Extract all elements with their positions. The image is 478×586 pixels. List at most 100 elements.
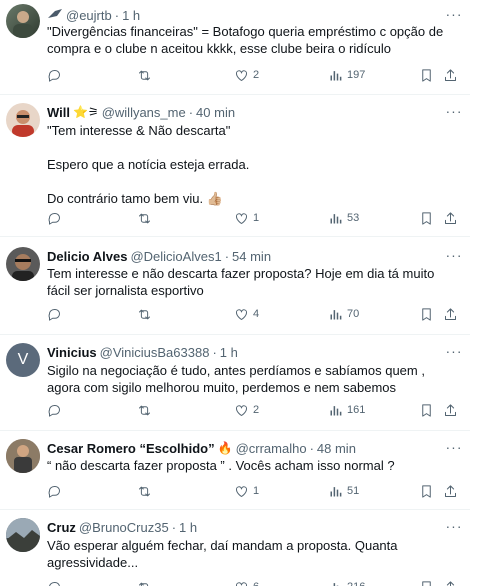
like-button[interactable]: 2 (234, 401, 259, 419)
user-handle[interactable]: @crramalho (236, 441, 307, 456)
like-button[interactable]: 2 (234, 66, 259, 84)
tweet-actions: 1 51 (47, 482, 457, 500)
timestamp[interactable]: 1 h (220, 345, 238, 360)
tweet-reply[interactable]: Cesar Romero “Escolhido” 🔥 @crramalho · … (0, 431, 470, 510)
timestamp[interactable]: 1 h (122, 8, 140, 23)
more-icon[interactable]: ··· (442, 439, 466, 455)
share-button[interactable] (443, 482, 458, 500)
separator: · (188, 104, 194, 120)
tweet-reply[interactable]: Will ⭐⚞ @willyans_me · 40 min ··· "Tem i… (0, 95, 470, 237)
share-button[interactable] (443, 578, 458, 586)
avatar[interactable] (6, 439, 40, 473)
share-button[interactable] (443, 66, 458, 84)
bookmark-button[interactable] (419, 401, 434, 419)
reply-icon (48, 69, 60, 82)
bookmark-button[interactable] (419, 482, 434, 500)
like-count: 4 (253, 308, 260, 320)
reply-button[interactable] (47, 482, 66, 500)
retweet-button[interactable] (137, 66, 156, 84)
views-button[interactable]: 51 (328, 482, 359, 500)
avatar[interactable] (6, 4, 40, 38)
views-button[interactable]: 216 (328, 578, 365, 586)
user-handle[interactable]: @BrunoCruz35 (79, 520, 169, 535)
bookmark-button[interactable] (419, 209, 434, 227)
reply-button[interactable] (47, 209, 66, 227)
tweet-header: Cesar Romero “Escolhido” 🔥 @crramalho · … (47, 439, 430, 457)
views-button[interactable]: 53 (328, 209, 359, 227)
bookmark-icon (422, 580, 431, 586)
share-button[interactable] (443, 401, 458, 419)
tweet-reply[interactable]: @eujrtb · 1 h ··· "Divergências financei… (0, 0, 470, 95)
more-icon[interactable]: ··· (442, 6, 466, 22)
share-icon (445, 484, 456, 497)
separator: · (212, 344, 217, 360)
reply-icon (48, 404, 60, 417)
like-count: 6 (253, 581, 259, 586)
user-handle[interactable]: @ViniciusBa63388 (100, 345, 210, 360)
timestamp[interactable]: 1 h (179, 520, 197, 535)
display-name[interactable]: Cruz (47, 520, 76, 535)
more-icon[interactable]: ··· (442, 103, 466, 119)
tweet-text: "Tem interesse & Não descarta" Espero qu… (47, 123, 250, 206)
tweet-reply[interactable]: Cruz @BrunoCruz35 · 1 h ··· Vão esperar … (0, 510, 470, 586)
avatar[interactable]: V (6, 343, 40, 377)
retweet-button[interactable] (137, 578, 156, 586)
avatar[interactable] (6, 103, 40, 137)
tweet-text: Sigilo na negociação é tudo, antes perdí… (47, 363, 429, 395)
display-name[interactable]: Will (47, 105, 70, 120)
timestamp[interactable]: 54 min (232, 249, 271, 264)
timestamp[interactable]: 48 min (317, 441, 356, 456)
reply-button[interactable] (47, 401, 66, 419)
views-button[interactable]: 161 (328, 401, 365, 419)
share-button[interactable] (443, 305, 458, 323)
retweet-icon (139, 309, 150, 319)
bookmark-button[interactable] (419, 305, 434, 323)
retweet-button[interactable] (137, 305, 156, 323)
user-handle[interactable]: @eujrtb (66, 8, 112, 23)
user-handle[interactable]: @willyans_me (102, 105, 186, 120)
tweet-text: "Divergências financeiras" = Botafogo qu… (47, 24, 447, 56)
tweet-actions: 2 197 (47, 66, 457, 84)
heart-icon (236, 485, 247, 497)
reply-button[interactable] (47, 305, 66, 323)
heart-icon (236, 404, 247, 416)
avatar[interactable] (6, 247, 40, 281)
views-button[interactable]: 70 (328, 305, 359, 323)
display-name[interactable]: Vinicius (47, 345, 97, 360)
separator: · (309, 440, 314, 456)
share-button[interactable] (443, 209, 458, 227)
view-count: 51 (347, 485, 360, 497)
retweet-icon (139, 405, 150, 415)
retweet-icon (139, 582, 149, 586)
view-count: 216 (347, 581, 365, 586)
heart-icon (236, 212, 247, 224)
like-button[interactable]: 6 (234, 578, 259, 586)
reply-button[interactable] (47, 578, 66, 586)
share-icon (445, 68, 456, 81)
display-name[interactable]: Delicio Alves (47, 249, 127, 264)
tweet-reply[interactable]: V Vinicius @ViniciusBa63388 · 1 h ··· Si… (0, 335, 470, 431)
user-handle[interactable]: @DelicioAlves1 (130, 249, 221, 264)
tweet-header: Delicio Alves @DelicioAlves1 · 54 min (47, 247, 430, 265)
like-button[interactable]: 1 (234, 209, 259, 227)
tweet-reply[interactable]: Delicio Alves @DelicioAlves1 · 54 min ··… (0, 237, 470, 335)
avatar[interactable] (6, 518, 40, 552)
views-icon (330, 486, 342, 496)
heart-icon (236, 581, 247, 586)
reply-button[interactable] (47, 66, 66, 84)
more-icon[interactable]: ··· (442, 343, 466, 359)
like-button[interactable]: 1 (234, 482, 259, 500)
display-name[interactable]: Cesar Romero “Escolhido” (47, 441, 215, 456)
views-button[interactable]: 197 (328, 66, 365, 84)
bookmark-button[interactable] (419, 578, 434, 586)
more-icon[interactable]: ··· (442, 518, 466, 534)
retweet-button[interactable] (137, 482, 156, 500)
timestamp[interactable]: 40 min (196, 105, 235, 120)
view-count: 70 (347, 308, 360, 320)
more-icon[interactable]: ··· (442, 247, 466, 263)
retweet-button[interactable] (137, 401, 156, 419)
retweet-button[interactable] (137, 209, 156, 227)
heart-icon (236, 69, 247, 81)
bookmark-button[interactable] (419, 66, 434, 84)
like-button[interactable]: 4 (234, 305, 259, 323)
